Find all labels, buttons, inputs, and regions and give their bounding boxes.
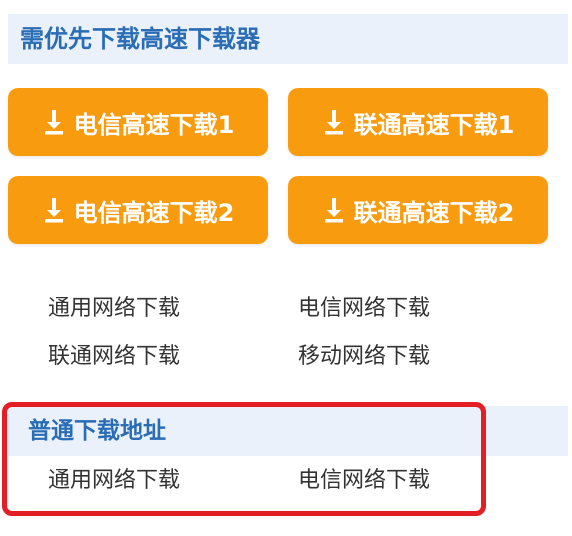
unicom-fast-download-2-label: 联通高速下载2 <box>353 198 515 227</box>
unicom-fast-download-2-button[interactable]: 联通高速下载2 <box>288 176 548 244</box>
priority-section-header: 需优先下载高速下载器 <box>8 14 568 64</box>
download-icon <box>42 196 66 224</box>
telecom-network-download-link[interactable]: 电信网络下载 <box>298 295 430 323</box>
download-icon <box>322 196 346 224</box>
general-network-download-link[interactable]: 通用网络下载 <box>48 295 180 323</box>
unicom-fast-download-1-label: 联通高速下载1 <box>353 110 515 139</box>
unicom-fast-download-1-button[interactable]: 联通高速下载1 <box>288 88 548 156</box>
telecom-fast-download-1-label: 电信高速下载1 <box>73 110 235 139</box>
download-icon <box>322 108 346 136</box>
highlight-box <box>2 402 486 516</box>
unicom-network-download-link[interactable]: 联通网络下载 <box>48 343 180 371</box>
mobile-network-download-link[interactable]: 移动网络下载 <box>298 343 430 371</box>
download-icon <box>42 108 66 136</box>
priority-section-title: 需优先下载高速下载器 <box>20 25 260 53</box>
telecom-fast-download-2-button[interactable]: 电信高速下载2 <box>8 176 268 244</box>
telecom-fast-download-2-label: 电信高速下载2 <box>73 198 235 227</box>
telecom-fast-download-1-button[interactable]: 电信高速下载1 <box>8 88 268 156</box>
